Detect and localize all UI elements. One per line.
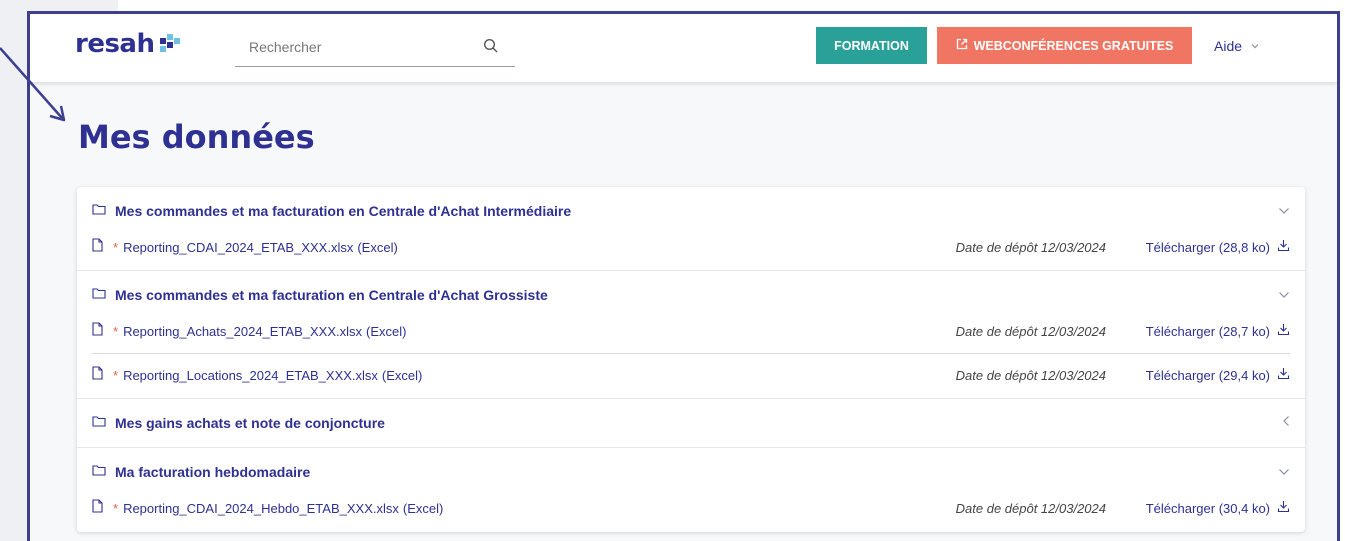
chevron-down-icon [1250, 38, 1260, 54]
section-title: Mes commandes et ma facturation en Centr… [115, 287, 548, 303]
required-marker: * [113, 367, 119, 383]
pointer-arrow-icon [0, 47, 66, 122]
download-icon [1277, 323, 1290, 339]
file-type: (Excel) [357, 239, 398, 255]
download-button[interactable]: Télécharger (30,4 ko) [1146, 500, 1290, 516]
chevron-left-icon[interactable] [1282, 414, 1290, 432]
download-label: Télécharger (28,7 ko) [1145, 323, 1270, 339]
section-header-facturation-hebdo[interactable]: Ma facturation hebdomadaire [77, 460, 1305, 484]
chevron-down-icon[interactable] [1278, 286, 1290, 304]
file-link[interactable]: * Reporting_Locations_2024_ETAB_XXX.xlsx [113, 368, 378, 383]
search-bar [235, 33, 515, 67]
required-marker: * [113, 323, 119, 339]
file-link[interactable]: * Reporting_Achats_2024_ETAB_XXX.xlsx [113, 324, 362, 339]
file-divider [92, 353, 1290, 354]
aide-label: Aide [1214, 38, 1243, 54]
download-label: Télécharger (29,4 ko) [1145, 367, 1270, 383]
file-type: (Excel) [381, 367, 423, 383]
file-type: (Excel) [402, 500, 444, 516]
required-marker: * [113, 239, 119, 255]
file-name: Reporting_Achats_2024_ETAB_XXX.xlsx [123, 323, 363, 339]
file-name: Reporting_CDAI_2024_ETAB_XXX.xlsx [123, 239, 354, 255]
search-input[interactable] [249, 39, 469, 55]
file-type: (Excel) [366, 323, 407, 339]
download-icon [1277, 500, 1290, 516]
section-header-centrale-grossiste[interactable]: Mes commandes et ma facturation en Centr… [77, 283, 1305, 307]
download-button[interactable]: Télécharger (28,8 ko) [1146, 239, 1290, 255]
chevron-down-icon[interactable] [1278, 202, 1290, 220]
page-title: Mes données [78, 118, 315, 156]
external-link-icon [956, 38, 968, 53]
download-icon [1277, 239, 1290, 255]
download-label: Télécharger (30,4 ko) [1145, 500, 1270, 516]
section-divider [77, 447, 1305, 448]
folder-icon [92, 463, 106, 481]
highlight-frame: resah FORMATION WEBCONFÉRENCES GRATUITES [27, 11, 1340, 541]
file-name: Reporting_CDAI_2024_Hebdo_ETAB_XXX.xlsx [123, 500, 399, 516]
file-icon [92, 321, 103, 341]
file-link[interactable]: * Reporting_CDAI_2024_Hebdo_ETAB_XXX.xlsx [113, 501, 399, 516]
download-icon [1277, 367, 1290, 383]
file-icon [92, 365, 103, 385]
file-row: * Reporting_Achats_2024_ETAB_XXX.xlsx (Ex… [77, 319, 1305, 343]
section-divider [77, 398, 1305, 399]
upload-date: Date de dépôt 12/03/2024 [955, 239, 1106, 255]
upload-date: Date de dépôt 12/03/2024 [955, 367, 1106, 383]
section-divider [77, 270, 1305, 271]
required-marker: * [113, 500, 119, 516]
top-navigation-bar: resah FORMATION WEBCONFÉRENCES GRATUITES [30, 14, 1337, 82]
folder-icon [92, 414, 106, 432]
folder-icon [92, 202, 106, 220]
upload-date: Date de dépôt 12/03/2024 [955, 323, 1106, 339]
file-row: * Reporting_CDAI_2024_ETAB_XXX.xlsx (Exce… [77, 235, 1305, 259]
file-icon [92, 237, 103, 257]
aide-menu[interactable]: Aide [1214, 38, 1260, 54]
chevron-down-icon[interactable] [1278, 463, 1290, 481]
file-row: * Reporting_Locations_2024_ETAB_XXX.xlsx … [77, 363, 1305, 387]
download-label: Télécharger (28,8 ko) [1145, 239, 1270, 255]
logo-mark-icon [159, 34, 180, 54]
resah-logo[interactable]: resah [75, 29, 180, 59]
webconferences-button[interactable]: WEBCONFÉRENCES GRATUITES [937, 27, 1192, 64]
upload-date: Date de dépôt 12/03/2024 [955, 500, 1106, 516]
search-icon[interactable] [483, 38, 499, 59]
section-title: Ma facturation hebdomadaire [115, 464, 311, 480]
folder-icon [92, 286, 106, 304]
section-title: Mes commandes et ma facturation en Centr… [115, 203, 572, 219]
formation-button[interactable]: FORMATION [816, 27, 927, 64]
section-title: Mes gains achats et note de conjoncture [115, 415, 385, 431]
download-button[interactable]: Télécharger (28,7 ko) [1146, 323, 1290, 339]
file-row: * Reporting_CDAI_2024_Hebdo_ETAB_XXX.xlsx… [77, 496, 1305, 520]
logo-text: resah [75, 29, 155, 59]
section-header-centrale-intermediaire[interactable]: Mes commandes et ma facturation en Centr… [77, 199, 1305, 223]
data-accordion: Mes commandes et ma facturation en Centr… [77, 187, 1305, 532]
download-button[interactable]: Télécharger (29,4 ko) [1146, 367, 1290, 383]
file-name: Reporting_Locations_2024_ETAB_XXX.xlsx [123, 367, 378, 383]
file-link[interactable]: * Reporting_CDAI_2024_ETAB_XXX.xlsx [113, 240, 353, 255]
webconferences-label: WEBCONFÉRENCES GRATUITES [973, 38, 1174, 53]
section-header-gains-achats[interactable]: Mes gains achats et note de conjoncture [77, 411, 1305, 435]
file-icon [92, 498, 103, 518]
